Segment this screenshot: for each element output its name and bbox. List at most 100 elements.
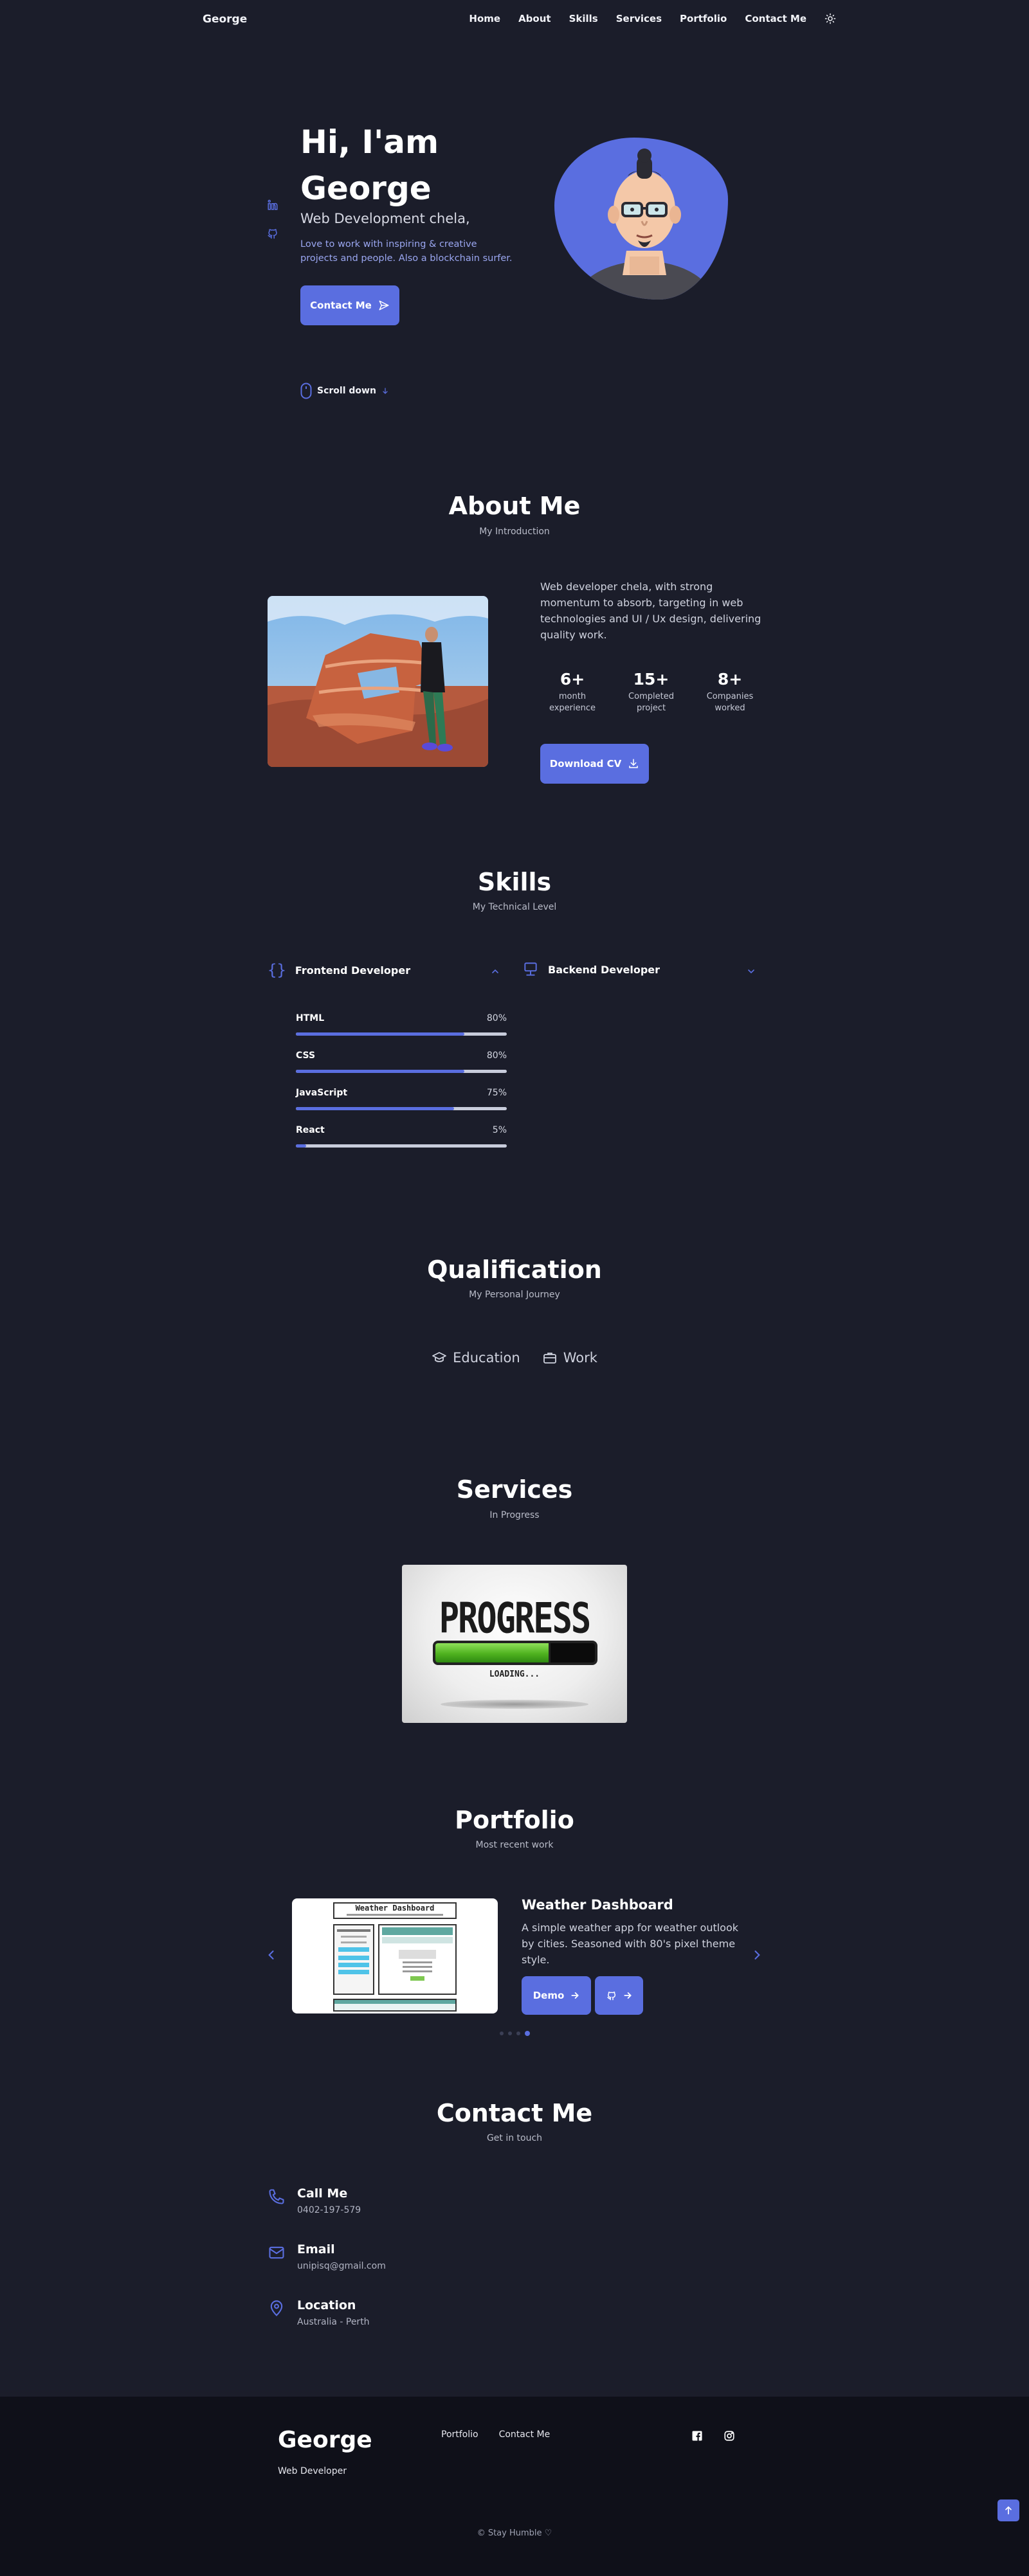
github-icon bbox=[606, 1991, 615, 2001]
carousel-dot[interactable] bbox=[524, 2031, 530, 2036]
send-icon bbox=[379, 300, 389, 311]
stat-number: 8+ bbox=[717, 670, 743, 689]
skill-percent: 75% bbox=[486, 1088, 507, 1098]
nav-contact[interactable]: Contact Me bbox=[745, 13, 806, 24]
about-title: About Me bbox=[448, 492, 581, 520]
arrow-up-icon bbox=[1005, 2506, 1012, 2515]
skill-track bbox=[296, 1032, 507, 1036]
tab-education-label: Education bbox=[453, 1350, 520, 1365]
chevron-right-icon[interactable] bbox=[751, 1949, 763, 1961]
download-cv-button[interactable]: Download CV bbox=[540, 744, 649, 784]
avatar-illustration bbox=[574, 149, 715, 300]
nav-about[interactable]: About bbox=[518, 13, 551, 24]
briefcase-icon bbox=[543, 1353, 556, 1364]
contact-subtitle: Get in touch bbox=[486, 2133, 543, 2143]
arrow-right-icon bbox=[623, 1992, 632, 1999]
qualification-tabs: Education Work bbox=[0, 1350, 1029, 1365]
carousel-dot[interactable] bbox=[499, 2031, 504, 2035]
project-title: Weather Dashboard bbox=[522, 1897, 673, 1913]
portfolio-title: Portfolio bbox=[455, 1806, 574, 1834]
nav-home[interactable]: Home bbox=[469, 13, 500, 24]
contact-email-value[interactable]: unipisq@gmail.com bbox=[297, 2261, 386, 2271]
frontend-label: Frontend Developer bbox=[295, 964, 411, 977]
site-logo[interactable]: George bbox=[203, 13, 247, 26]
carousel-dot[interactable] bbox=[516, 2031, 520, 2035]
chevron-left-icon[interactable] bbox=[265, 1949, 278, 1961]
carousel-pagination bbox=[0, 2031, 1029, 2036]
contact-me-button[interactable]: Contact Me bbox=[300, 285, 399, 325]
footer-name: George bbox=[278, 2427, 372, 2453]
skill-javascript: JavaScript 75% bbox=[296, 1088, 507, 1110]
hero-title-line2: George bbox=[300, 170, 432, 207]
progress-fill bbox=[435, 1643, 551, 1662]
skills-title: Skills bbox=[477, 868, 552, 896]
nav-services[interactable]: Services bbox=[616, 13, 662, 24]
footer bbox=[0, 2397, 1029, 2576]
chevron-up-icon[interactable] bbox=[490, 966, 500, 977]
skill-track bbox=[296, 1070, 507, 1073]
footer-link-portfolio[interactable]: Portfolio bbox=[441, 2429, 478, 2440]
nav-skills[interactable]: Skills bbox=[569, 13, 598, 24]
scroll-down-link[interactable]: Scroll down bbox=[300, 383, 389, 399]
tab-work-label: Work bbox=[563, 1350, 597, 1365]
hero-description: Love to work with inspiring & creative p… bbox=[300, 239, 513, 264]
skill-name: React bbox=[296, 1125, 325, 1135]
thumb-sidebar bbox=[333, 1924, 374, 1995]
chevron-down-icon[interactable] bbox=[746, 966, 756, 977]
braces-icon: {} bbox=[268, 961, 286, 979]
nav-portfolio[interactable]: Portfolio bbox=[680, 13, 727, 24]
services-subtitle: In Progress bbox=[489, 1510, 540, 1520]
stat-number: 15+ bbox=[633, 670, 669, 689]
contact-phone: Call Me 0402-197-579 bbox=[268, 2186, 361, 2215]
tab-education[interactable]: Education bbox=[432, 1350, 520, 1365]
scroll-down-label: Scroll down bbox=[317, 386, 376, 396]
skill-name: JavaScript bbox=[296, 1088, 348, 1098]
thumb-main bbox=[378, 1924, 457, 1995]
footer-link-contact[interactable]: Contact Me bbox=[499, 2429, 551, 2440]
facebook-icon[interactable] bbox=[691, 2430, 703, 2442]
linkedin-icon[interactable] bbox=[267, 199, 278, 211]
scroll-top-button[interactable] bbox=[997, 2499, 1019, 2521]
backend-skills-header[interactable]: Backend Developer bbox=[522, 961, 660, 978]
skill-track bbox=[296, 1144, 507, 1148]
about-subtitle: My Introduction bbox=[479, 527, 550, 537]
skills-subtitle: My Technical Level bbox=[472, 902, 557, 912]
contact-phone-value[interactable]: 0402-197-579 bbox=[297, 2205, 361, 2215]
contact-phone-title: Call Me bbox=[297, 2186, 348, 2201]
stat-companies: 8+ Companies worked bbox=[698, 670, 762, 714]
download-cv-label: Download CV bbox=[549, 758, 622, 770]
footer-links: Portfolio Contact Me bbox=[441, 2429, 550, 2440]
hero-subtitle: Web Development chela, bbox=[300, 211, 470, 226]
skill-fill bbox=[296, 1144, 307, 1148]
skill-percent: 80% bbox=[486, 1013, 507, 1023]
github-icon[interactable] bbox=[267, 228, 278, 239]
sun-icon[interactable] bbox=[824, 13, 836, 24]
frontend-skills-header[interactable]: {} Frontend Developer bbox=[268, 961, 410, 979]
stat-experience: 6+ month experience bbox=[540, 670, 605, 714]
arrow-right-icon bbox=[571, 1992, 579, 1999]
arrow-down-icon bbox=[383, 388, 388, 394]
project-description: A simple weather app for weather outlook… bbox=[522, 1922, 739, 1966]
thumb-forecast bbox=[333, 1999, 457, 2012]
tab-work[interactable]: Work bbox=[542, 1350, 597, 1365]
qualification-title: Qualification bbox=[427, 1256, 602, 1284]
carousel-dot[interactable] bbox=[507, 2031, 512, 2035]
thumb-header: Weather Dashboard bbox=[333, 1902, 457, 1919]
contact-location-title: Location bbox=[297, 2298, 356, 2312]
header: George Home About Skills Services Portfo… bbox=[0, 0, 1029, 41]
avatar bbox=[554, 138, 728, 300]
about-stats: 6+ month experience 15+ Completed projec… bbox=[540, 670, 762, 714]
stat-label: month experience bbox=[549, 692, 596, 713]
stat-number: 6+ bbox=[560, 670, 585, 689]
backend-label: Backend Developer bbox=[548, 963, 660, 976]
skill-name: CSS bbox=[296, 1050, 316, 1061]
qualification-subtitle: My Personal Journey bbox=[469, 1290, 560, 1300]
skill-track bbox=[296, 1107, 507, 1110]
progress-heading: PROGRESS bbox=[439, 1594, 591, 1643]
github-repo-button[interactable] bbox=[595, 1976, 643, 2015]
contact-me-label: Contact Me bbox=[310, 300, 372, 311]
instagram-icon[interactable] bbox=[724, 2430, 735, 2442]
hero-title-line1: Hi, I'am bbox=[300, 123, 439, 161]
demo-button[interactable]: Demo bbox=[522, 1976, 591, 2015]
skill-percent: 5% bbox=[492, 1125, 507, 1135]
